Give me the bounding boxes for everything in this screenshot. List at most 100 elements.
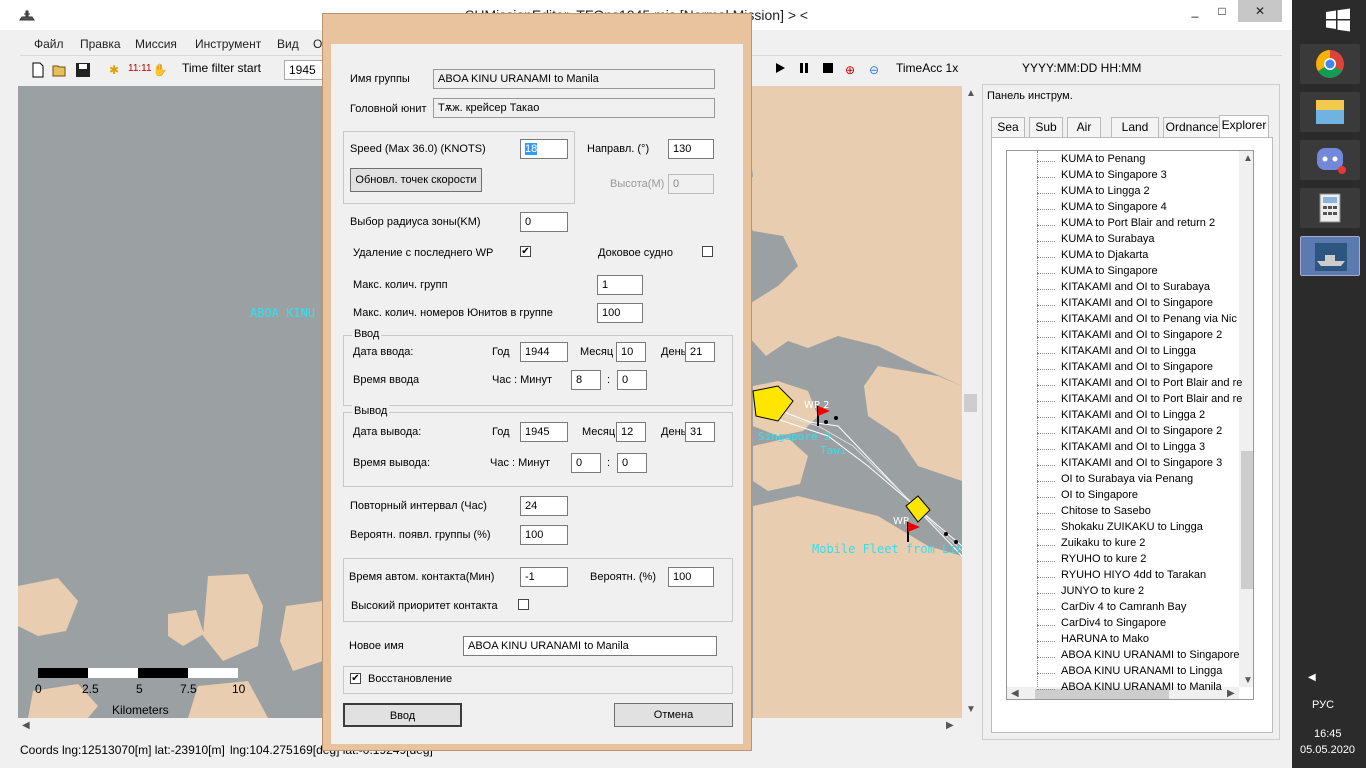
zone-radius-input[interactable]: 0 [520,212,568,232]
save-icon[interactable] [75,62,91,78]
entry-hour-input[interactable]: 8 [571,370,601,390]
tree-item[interactable]: KUMA to Singapore [1061,265,1158,281]
tree-scroll-thumb[interactable] [1241,451,1253,589]
tree-item[interactable]: CarDiv4 to Singapore [1061,617,1166,633]
tree-item[interactable]: KUMA to Surabaya [1061,233,1155,249]
file-explorer-icon[interactable] [1300,92,1360,132]
tab-air[interactable]: Air [1067,117,1101,137]
exit-hour-input[interactable]: 0 [571,453,601,473]
windows-start-icon[interactable] [1300,0,1360,40]
language-indicator[interactable]: РУС [1312,699,1334,711]
tree-item[interactable]: Zuikaku to kure 2 [1061,537,1145,553]
tree-item[interactable]: Shokaku ZUIKAKU to Lingga [1061,521,1203,537]
tab-land[interactable]: Land [1111,117,1159,137]
tree-scroll-right-icon[interactable]: ▶ [1227,688,1235,699]
dock-ship-checkbox[interactable] [702,246,713,257]
pause-icon[interactable] [796,62,812,78]
menu-file[interactable]: Файл [34,37,64,51]
tree-item[interactable]: Chitose to Sasebo [1061,505,1151,521]
maximize-button[interactable]: □ [1208,0,1236,22]
tree-item[interactable]: KITAKAMI and OI to Lingga [1061,345,1196,361]
stop-icon[interactable] [820,62,836,78]
clock-time[interactable]: 16:45 [1314,728,1342,740]
tree-item[interactable]: KITAKAMI and OI to Port Blair and re [1061,377,1242,393]
tree-item[interactable]: HARUNA to Mako [1061,633,1149,649]
map-waypoint[interactable]: WP [893,516,909,527]
tab-sub[interactable]: Sub [1029,117,1063,137]
restore-checkbox[interactable]: ✔ [350,673,361,684]
entry-minute-input[interactable]: 0 [617,370,647,390]
tab-explorer[interactable]: Explorer [1219,115,1269,139]
slow-down-icon[interactable]: ⊖ [866,62,882,78]
exit-year-input[interactable]: 1945 [520,422,568,442]
menu-mission[interactable]: Миссия [135,37,177,51]
tree-item[interactable]: KUMA to Penang [1061,153,1145,169]
menu-tools[interactable]: Инструмент [195,37,261,51]
explorer-tree[interactable]: ▲ ▼ ◀ ▶ KUMA to Penang KUMA to Singapore … [1006,150,1254,700]
tree-item[interactable]: KUMA to Singapore 3 [1061,169,1167,185]
delete-last-wp-checkbox[interactable]: ✔ [520,246,531,257]
tree-item[interactable]: KITAKAMI and OI to Singapore 2 [1061,425,1222,441]
max-units-input[interactable]: 100 [597,303,643,323]
probability-input[interactable]: 100 [520,525,568,545]
heading-input[interactable]: 130 [668,139,714,159]
map-group-label[interactable]: ABOA KINU U [250,306,329,320]
scroll-right-icon[interactable]: ▶ [946,720,954,731]
menu-edit[interactable]: Правка [80,37,121,51]
new-name-input[interactable]: ABOA KINU URANAMI to Manila [463,636,717,656]
exit-month-input[interactable]: 12 [616,422,646,442]
clock-date[interactable]: 05.05.2020 [1300,744,1355,756]
tree-item[interactable]: ABOA KINU URANAMI to Lingga [1061,665,1222,681]
tree-item[interactable]: KUMA to Singapore 4 [1061,201,1167,217]
new-file-icon[interactable] [30,62,46,78]
tree-scroll-up-icon[interactable]: ▲ [1243,153,1253,164]
scroll-up-icon[interactable]: ▲ [966,88,976,99]
tree-item[interactable]: JUNYO to kure 2 [1061,585,1144,601]
entry-month-input[interactable]: 10 [616,342,646,362]
auto-contact-input[interactable]: -1 [520,567,568,587]
entry-year-input[interactable]: 1944 [520,342,568,362]
exit-day-input[interactable]: 31 [685,422,715,442]
tree-scroll-down-icon[interactable]: ▼ [1243,675,1253,686]
tree-item[interactable]: KITAKAMI and OI to Surabaya [1061,281,1210,297]
speed-input[interactable]: 18 [520,139,568,159]
chrome-icon[interactable] [1300,44,1360,84]
tree-item[interactable]: CarDiv 4 to Camranh Bay [1061,601,1186,617]
tree-item[interactable]: RYUHO HIYO 4dd to Tarakan [1061,569,1206,585]
tree-item[interactable]: KITAKAMI and OI to Lingga 2 [1061,409,1205,425]
mission-editor-taskbar-icon[interactable] [1300,236,1360,276]
tree-item[interactable]: KITAKAMI and OI to Penang via Nic [1061,313,1237,329]
tree-item[interactable]: ABOA KINU URANAMI to Manila [1061,681,1222,697]
update-speed-points-button[interactable]: Обновл. точек скорости [350,168,482,192]
tree-item[interactable]: KUMA to Lingga 2 [1061,185,1150,201]
open-folder-icon[interactable] [52,62,68,78]
tree-item[interactable]: KUMA to Port Blair and return 2 [1061,217,1215,233]
hand-icon[interactable]: ✋ [152,62,168,78]
entry-day-input[interactable]: 21 [685,342,715,362]
tree-item[interactable]: RYUHO to kure 2 [1061,553,1146,569]
tab-sea[interactable]: Sea [991,117,1025,137]
repeat-interval-input[interactable]: 24 [520,496,568,516]
expand-tray-icon[interactable]: ◀ [1308,672,1316,683]
clock-label[interactable]: 11:11 [128,63,152,74]
tree-item[interactable]: OI to Singapore [1061,489,1138,505]
tree-item[interactable]: KITAKAMI and OI to Singapore 3 [1061,457,1222,473]
close-button[interactable]: ✕ [1238,0,1282,22]
scroll-left-icon[interactable]: ◀ [22,720,30,731]
calculator-icon[interactable] [1300,188,1360,228]
tree-vertical-scrollbar[interactable]: ▲ ▼ [1239,151,1253,687]
tab-ordnance[interactable]: Ordnance [1163,117,1221,137]
scroll-thumb[interactable] [964,394,977,412]
high-priority-checkbox[interactable] [518,599,529,610]
tree-item[interactable]: KITAKAMI and OI to Port Blair and re [1061,393,1242,409]
sun-icon[interactable]: ✱ [106,62,122,78]
menu-view[interactable]: Вид [277,37,299,51]
tree-item[interactable]: KITAKAMI and OI to Lingga 3 [1061,441,1205,457]
play-icon[interactable] [772,62,788,78]
minimize-button[interactable]: _ [1182,0,1208,22]
scroll-down-icon[interactable]: ▼ [966,704,976,715]
ok-button[interactable]: Ввод [343,703,462,727]
exit-minute-input[interactable]: 0 [617,453,647,473]
discord-icon[interactable] [1300,140,1360,180]
max-groups-input[interactable]: 1 [597,275,643,295]
